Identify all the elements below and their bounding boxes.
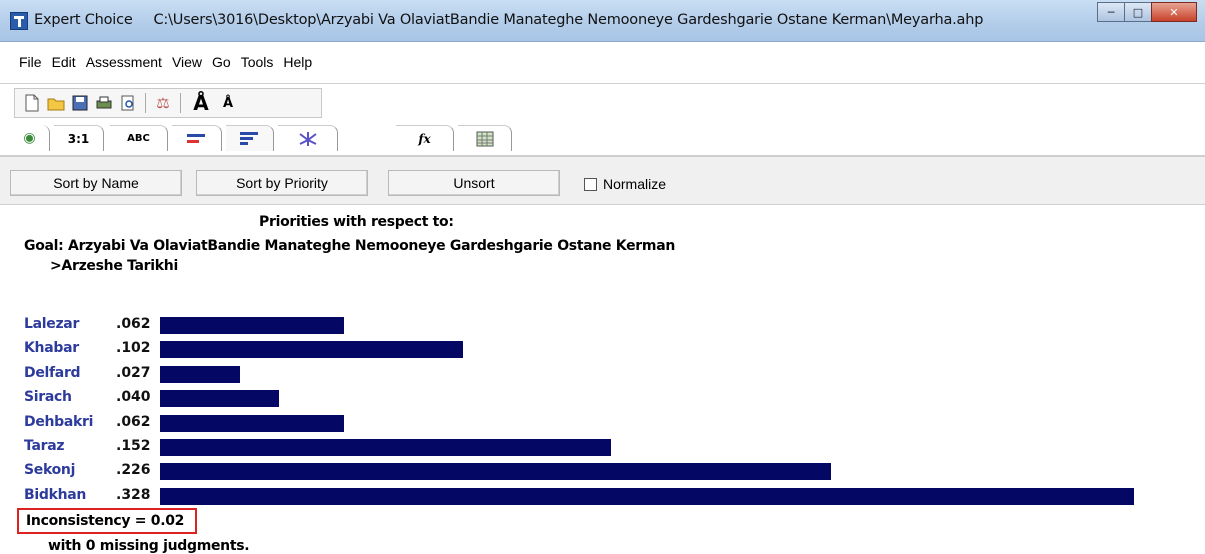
tab-formula[interactable]: fx bbox=[396, 125, 454, 151]
minimize-button[interactable]: ─ bbox=[1097, 2, 1125, 22]
app-icon bbox=[10, 12, 28, 30]
priority-row: Khabar .102 bbox=[12, 338, 1202, 360]
priority-row: Sekonj .226 bbox=[12, 460, 1202, 482]
priority-row: Taraz .152 bbox=[12, 436, 1202, 458]
priority-bar bbox=[160, 487, 1134, 505]
graphic-icon bbox=[186, 133, 205, 143]
menu-tools[interactable]: Tools bbox=[236, 54, 279, 70]
priority-bar bbox=[160, 341, 463, 359]
tree-icon: ◉ bbox=[23, 130, 36, 146]
sort-by-priority-button[interactable]: Sort by Priority bbox=[196, 170, 368, 196]
category-label: Sekonj bbox=[24, 462, 76, 479]
unsort-button[interactable]: Unsort bbox=[388, 170, 560, 196]
toolbar: ⚖ Å Å bbox=[0, 84, 1205, 120]
tab-verbal[interactable]: ABC bbox=[110, 125, 168, 151]
tab-pairwise[interactable]: 3:1 bbox=[54, 125, 104, 151]
window-title: Expert Choice C:\Users\3016\Desktop\Arzy… bbox=[34, 12, 983, 28]
normalize-label: Normalize bbox=[603, 176, 667, 192]
priorities-heading: Priorities with respect to: bbox=[259, 214, 454, 230]
priorities-panel: Priorities with respect to: Goal: Arzyab… bbox=[12, 206, 1205, 554]
priority-bar bbox=[160, 414, 344, 432]
menu-file[interactable]: File bbox=[14, 54, 47, 70]
node-label: >Arzeshe Tarikhi bbox=[50, 258, 178, 274]
priority-row: Bidkhan .328 bbox=[12, 485, 1202, 507]
window-controls: ─ □ ✕ bbox=[1097, 2, 1197, 22]
font-larger-icon[interactable]: Å bbox=[189, 91, 213, 115]
file-path: C:\Users\3016\Desktop\Arzyabi Va Olaviat… bbox=[153, 12, 984, 28]
value-label: .328 bbox=[116, 486, 151, 503]
tab-bars[interactable] bbox=[226, 125, 274, 151]
normalize-checkbox[interactable] bbox=[584, 177, 597, 191]
view-tabs: ◉ 3:1 ABC fx bbox=[0, 120, 1205, 156]
sensitivity-icon bbox=[298, 131, 317, 146]
sort-bar: Sort by Name Sort by Priority Unsort Nor… bbox=[0, 157, 1205, 205]
formula-icon: fx bbox=[418, 131, 431, 146]
tab-sensitivity[interactable] bbox=[278, 125, 338, 151]
menu-view[interactable]: View bbox=[167, 54, 207, 70]
save-icon[interactable] bbox=[71, 94, 89, 112]
value-label: .152 bbox=[116, 438, 151, 454]
value-label: .027 bbox=[116, 364, 151, 381]
grid-icon bbox=[476, 131, 493, 146]
tab-grid[interactable] bbox=[458, 125, 512, 151]
value-label: .226 bbox=[116, 462, 151, 479]
category-label: Khabar bbox=[24, 340, 79, 357]
priority-bar bbox=[160, 390, 279, 408]
priority-bar bbox=[160, 365, 240, 383]
bars-icon bbox=[239, 131, 258, 145]
menu-go[interactable]: Go bbox=[207, 54, 236, 70]
category-label: Delfard bbox=[24, 364, 81, 381]
category-label: Bidkhan bbox=[24, 486, 87, 503]
priority-bar bbox=[160, 463, 831, 481]
inconsistency-label: Inconsistency = 0.02 bbox=[26, 513, 185, 529]
toolbar-separator bbox=[145, 93, 146, 113]
category-label: Dehbakri bbox=[24, 413, 94, 430]
category-label: Lalezar bbox=[24, 316, 80, 332]
menu-help[interactable]: Help bbox=[278, 54, 317, 70]
tab-graphic[interactable] bbox=[172, 125, 222, 151]
tab-tree[interactable]: ◉ bbox=[10, 125, 50, 151]
value-label: .102 bbox=[116, 340, 151, 357]
goal-label: Goal: Arzyabi Va OlaviatBandie Manateghe… bbox=[24, 238, 676, 254]
priority-bar bbox=[160, 439, 611, 456]
toolbar-group: ⚖ Å Å bbox=[14, 88, 322, 118]
category-label: Sirach bbox=[24, 389, 72, 406]
inconsistency-box: Inconsistency = 0.02 bbox=[17, 508, 197, 534]
menu-edit[interactable]: Edit bbox=[47, 54, 81, 70]
close-button[interactable]: ✕ bbox=[1151, 2, 1197, 22]
toolbar-separator bbox=[180, 93, 181, 113]
value-label: .062 bbox=[116, 413, 151, 430]
scale-icon[interactable]: ⚖ bbox=[154, 94, 172, 112]
title-bar: Expert Choice C:\Users\3016\Desktop\Arzy… bbox=[0, 0, 1205, 42]
priority-row: Delfard .027 bbox=[12, 363, 1202, 385]
category-label: Taraz bbox=[24, 438, 65, 454]
priority-row: Lalezar .062 bbox=[12, 314, 1202, 336]
font-smaller-icon[interactable]: Å bbox=[219, 94, 237, 112]
maximize-button[interactable]: □ bbox=[1124, 2, 1152, 22]
priority-row: Dehbakri .062 bbox=[12, 412, 1202, 434]
verbal-icon: ABC bbox=[127, 133, 150, 144]
missing-judgments: with 0 missing judgments. bbox=[48, 538, 250, 554]
preview-icon[interactable] bbox=[119, 94, 137, 112]
sort-by-name-button[interactable]: Sort by Name bbox=[10, 170, 182, 196]
value-label: .062 bbox=[116, 316, 151, 332]
new-icon[interactable] bbox=[23, 94, 41, 112]
priority-row: Sirach .040 bbox=[12, 387, 1202, 409]
print-icon[interactable] bbox=[95, 94, 113, 112]
menu-assessment[interactable]: Assessment bbox=[81, 54, 167, 70]
normalize-option[interactable]: Normalize bbox=[584, 176, 666, 192]
open-icon[interactable] bbox=[47, 94, 65, 112]
app-name: Expert Choice bbox=[34, 12, 133, 28]
value-label: .040 bbox=[116, 389, 151, 406]
menu-bar: File Edit Assessment View Go Tools Help bbox=[0, 42, 1205, 84]
pairwise-icon: 3:1 bbox=[67, 131, 90, 146]
priority-bar bbox=[160, 317, 344, 334]
